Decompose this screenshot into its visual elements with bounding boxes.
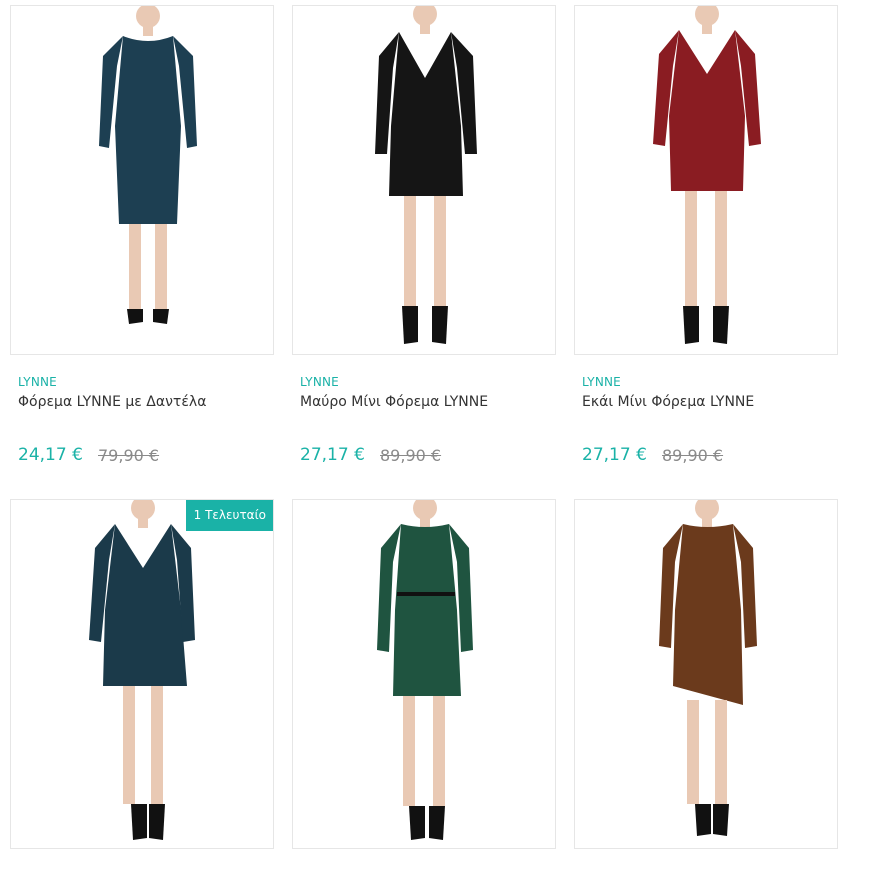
last-item-badge: 1 Τελευταίο [185,500,273,531]
product-image[interactable] [10,5,274,355]
product-title[interactable]: Φόρεμα LYNNE με Δαντέλα [18,394,206,410]
product-old-price: 89,90 € [380,446,442,465]
dress-model-image [89,500,195,840]
product-price: 27,17 € [300,445,365,465]
product-old-price: 89,90 € [662,446,724,465]
product-image[interactable]: 1 Τελευταίο [10,499,274,849]
product-image[interactable] [574,5,838,355]
product-brand[interactable]: LYNNE [582,375,621,389]
product-image[interactable] [574,499,838,849]
product-title[interactable]: Εκάι Μίνι Φόρεμα LYNNE [582,394,754,410]
product-card[interactable]: LYNNE Φόρεμα LYNNE με Δαντέλα 24,17 € 79… [10,5,274,475]
product-card[interactable]: 1 Τελευταίο [10,499,274,851]
product-card[interactable] [292,499,556,851]
product-image[interactable] [292,5,556,355]
dress-model-image [377,500,473,840]
product-card[interactable]: LYNNE Μαύρο Μίνι Φόρεμα LYNNE 27,17 € 89… [292,5,556,475]
product-price: 24,17 € [18,445,83,465]
dress-model-image [375,6,477,344]
dress-model-image [653,6,761,344]
product-card[interactable]: LYNNE Εκάι Μίνι Φόρεμα LYNNE 27,17 € 89,… [574,5,838,475]
product-old-price: 79,90 € [98,446,160,465]
product-card[interactable] [574,499,838,851]
product-brand[interactable]: LYNNE [300,375,339,389]
product-title[interactable]: Μαύρο Μίνι Φόρεμα LYNNE [300,394,488,410]
dress-model-image [659,500,757,836]
product-price: 27,17 € [582,445,647,465]
product-brand[interactable]: LYNNE [18,375,57,389]
dress-model-image [99,6,197,324]
product-image[interactable] [292,499,556,849]
